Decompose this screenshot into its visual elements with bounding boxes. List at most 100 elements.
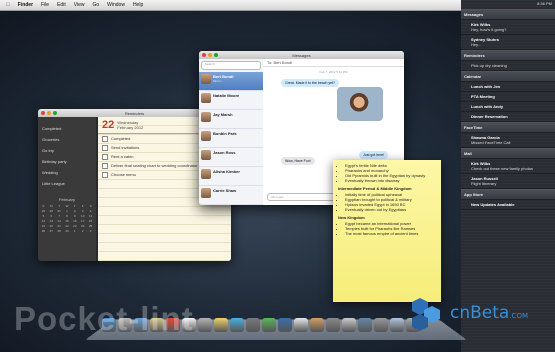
dock-app-icon[interactable] [326, 318, 340, 332]
calendar-day[interactable]: 19 [40, 224, 47, 228]
nc-item[interactable]: Kirk Wilks Hey, how's it going? [461, 20, 555, 35]
contact-name: Bonbin Park [213, 131, 237, 136]
calendar-day[interactable]: 24 [79, 224, 86, 228]
calendar-day[interactable]: 7 [56, 214, 63, 218]
dock-app-icon[interactable] [310, 318, 324, 332]
nc-item[interactable]: Jason Russell Flight Itinerary [461, 174, 555, 189]
calendar-day[interactable]: 26 [40, 229, 47, 233]
conversation-item[interactable]: Natalie Moore [199, 91, 263, 110]
calendar-day[interactable]: 29 [64, 229, 71, 233]
list-item[interactable]: Little League [38, 178, 96, 189]
calendar-day[interactable]: 6 [48, 214, 55, 218]
dock-app-icon[interactable] [198, 318, 212, 332]
checkbox[interactable] [102, 153, 108, 160]
calendar-day[interactable]: 17 [79, 219, 86, 223]
checkbox[interactable] [102, 162, 108, 169]
dock-app-icon[interactable] [278, 318, 292, 332]
dock-app-icon[interactable] [246, 318, 260, 332]
calendar-day[interactable]: 1 [71, 229, 78, 233]
menu-edit[interactable]: Edit [57, 2, 66, 8]
nc-item[interactable]: Dinner Reservation [461, 112, 555, 122]
date-number: 22 [102, 119, 115, 131]
calendar-day[interactable]: 22 [64, 224, 71, 228]
list-item[interactable]: Completed [38, 123, 96, 134]
calendar-day[interactable]: S [40, 204, 47, 208]
calendar-day[interactable]: W [64, 204, 71, 208]
calendar-day[interactable]: 13 [48, 219, 55, 223]
nc-item[interactable]: Lunch with Jen [461, 82, 555, 92]
menu-view[interactable]: View [74, 2, 85, 8]
to-field[interactable]: To: Bert Bondl [263, 59, 404, 67]
calendar-day[interactable]: 27 [48, 229, 55, 233]
photo-attachment[interactable] [337, 87, 383, 121]
calendar-day[interactable]: 20 [48, 224, 55, 228]
calendar-day[interactable]: 3 [87, 229, 94, 233]
list-item[interactable]: Groceries [38, 134, 96, 145]
messages-titlebar[interactable]: Messages [199, 51, 404, 59]
calendar-day[interactable]: T [71, 204, 78, 208]
checkbox[interactable] [102, 144, 108, 151]
list-item[interactable]: Go trip [38, 145, 96, 156]
menu-app-name[interactable]: Finder [18, 2, 33, 8]
dock-app-icon[interactable] [358, 318, 372, 332]
calendar-day[interactable]: 16 [71, 219, 78, 223]
calendar-day[interactable]: 23 [71, 224, 78, 228]
checkbox[interactable] [102, 135, 108, 142]
calendar-day[interactable]: F [79, 204, 86, 208]
checkbox[interactable] [102, 171, 108, 178]
calendar-day[interactable]: 4 [87, 209, 94, 213]
nc-item[interactable]: Sydney Stuhrs Hey... [461, 35, 555, 50]
dock-app-icon[interactable] [374, 318, 388, 332]
search-input[interactable]: Search [201, 61, 261, 70]
calendar-day[interactable]: 18 [87, 219, 94, 223]
calendar-day[interactable]: 14 [56, 219, 63, 223]
calendar-day[interactable]: 2 [71, 209, 78, 213]
nc-item[interactable]: Shawna Garcia Missed FaceTime Call [461, 133, 555, 148]
menu-go[interactable]: Go [92, 2, 99, 8]
calendar-day[interactable]: 31 [56, 209, 63, 213]
calendar-grid[interactable]: S M T W T F S 29 30 31 1 2 3 4 5 6 7 8 9 10 11 12 13 14 15 16 17 18… [40, 204, 94, 233]
dock-app-icon[interactable] [230, 318, 244, 332]
dock-app-icon[interactable] [214, 318, 228, 332]
sticky-note[interactable]: Egypt's fertile Nile delta Pharaohs and … [333, 160, 441, 302]
calendar-day[interactable]: 5 [40, 214, 47, 218]
calendar-day[interactable]: 2 [79, 229, 86, 233]
dock-app-icon[interactable] [390, 318, 404, 332]
menu-file[interactable]: File [41, 2, 49, 8]
dock-app-icon[interactable] [294, 318, 308, 332]
nc-item[interactable]: Pick up dry cleaning [461, 61, 555, 71]
conversation-item[interactable]: Jay Marsh [199, 110, 263, 129]
conversation-item[interactable]: Alisha Kimber [199, 167, 263, 186]
calendar-day[interactable]: 3 [79, 209, 86, 213]
calendar-day[interactable]: 12 [40, 219, 47, 223]
conversation-item[interactable]: Carrie Shaw [199, 186, 263, 205]
calendar-day[interactable]: 11 [87, 214, 94, 218]
calendar-day[interactable]: S [87, 204, 94, 208]
dock-app-icon[interactable] [342, 318, 356, 332]
nc-item[interactable]: Kirk Wilks Check out these new family pho… [461, 159, 555, 174]
nc-item[interactable]: New Updates Available [461, 200, 555, 210]
menu-window[interactable]: Window [107, 2, 125, 8]
calendar-day[interactable]: 8 [64, 214, 71, 218]
calendar-day[interactable]: 21 [56, 224, 63, 228]
nc-item[interactable]: Lunch with Andy [461, 102, 555, 112]
calendar-day[interactable]: 29 [40, 209, 47, 213]
calendar-day[interactable]: 28 [56, 229, 63, 233]
calendar-day[interactable]: T [56, 204, 63, 208]
list-item[interactable]: Wedding [38, 167, 96, 178]
dock-app-icon[interactable] [262, 318, 276, 332]
conversation-item[interactable]: Bert Bondl Mmm... [199, 72, 263, 91]
apple-icon[interactable]:  [6, 2, 10, 8]
conversation-item[interactable]: Bonbin Park [199, 129, 263, 148]
calendar-day[interactable]: 25 [87, 224, 94, 228]
calendar-day[interactable]: 9 [71, 214, 78, 218]
calendar-day[interactable]: 30 [48, 209, 55, 213]
conversation-item[interactable]: Jason Ross [199, 148, 263, 167]
list-item[interactable]: Birthday party [38, 156, 96, 167]
calendar-day[interactable]: 10 [79, 214, 86, 218]
calendar-day[interactable]: 15 [64, 219, 71, 223]
calendar-day[interactable]: 1 [64, 209, 71, 213]
calendar-day[interactable]: M [48, 204, 55, 208]
menu-help[interactable]: Help [133, 2, 143, 8]
nc-item[interactable]: PTA Meeting [461, 92, 555, 102]
